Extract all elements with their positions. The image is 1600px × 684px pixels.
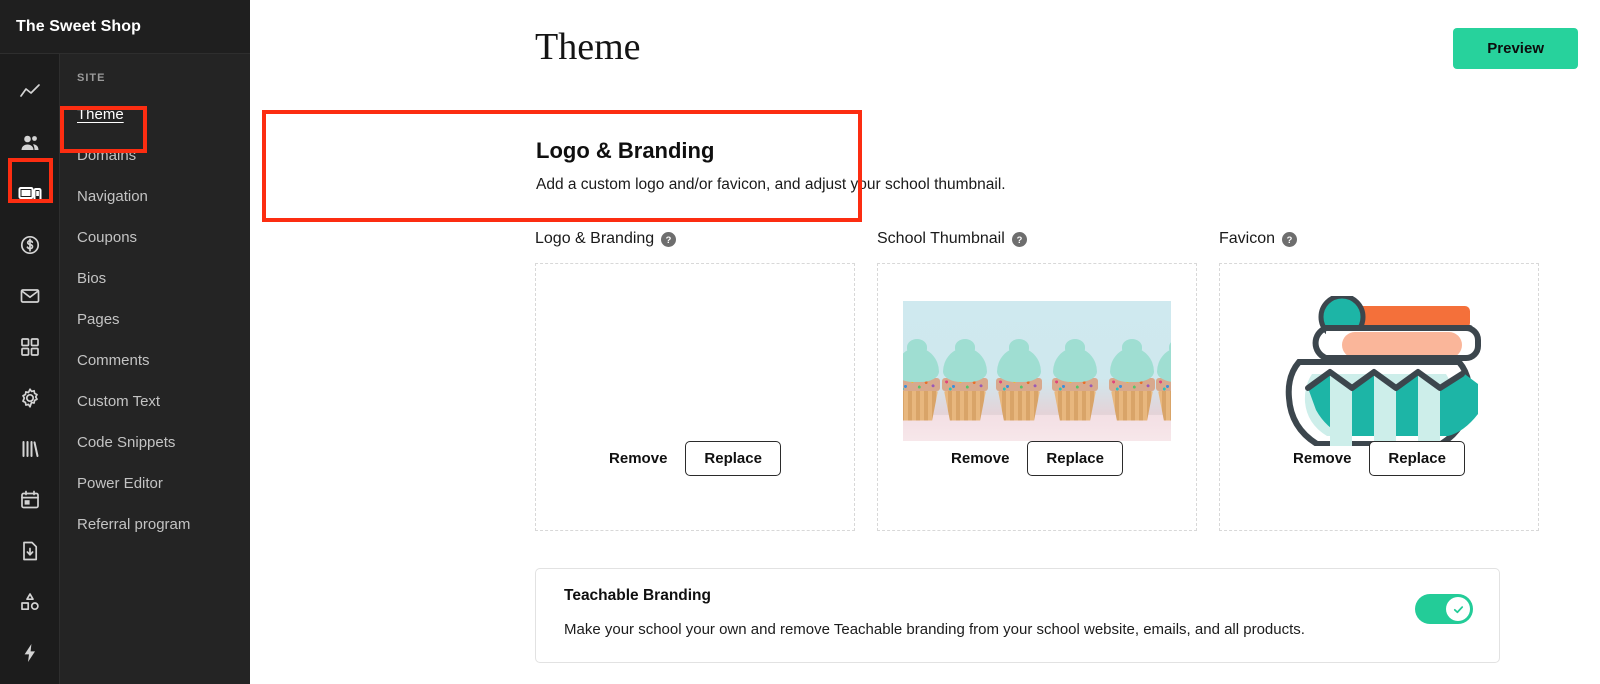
remove-button-thumbnail[interactable]: Remove [951,450,1009,467]
cupcakes-photo [903,300,1171,441]
teachable-branding-card: Teachable Branding Make your school your… [535,568,1500,663]
teachable-branding-title: Teachable Branding [564,587,711,604]
upload-box-favicon[interactable]: Remove Replace [1219,263,1539,531]
sidebar: The Sweet Shop SITE Theme Domains Naviga… [0,0,250,684]
sidebar-item-power-editor[interactable]: Power Editor [60,463,250,504]
replace-button-favicon[interactable]: Replace [1369,441,1465,476]
replace-button-thumbnail[interactable]: Replace [1027,441,1123,476]
upload-label-text: School Thumbnail [877,230,1005,247]
upload-label-text: Logo & Branding [535,230,655,247]
toggle-knob [1446,597,1470,621]
logo-actions: Remove Replace [609,441,781,476]
info-card-title: Logo & Branding [536,138,715,163]
sidebar-item-label: Comments [77,352,150,369]
upload-column-logo: Logo & Branding ? Remove Replace [535,228,855,531]
logo-branding-info-card: Logo & Branding Add a custom logo and/or… [516,114,1108,218]
menu-section-heading: SITE [77,72,106,84]
email-envelope-icon[interactable] [0,270,60,321]
sidebar-item-label: Coupons [77,229,138,246]
sidebar-item-label: Domains [77,147,137,164]
upload-label-logo: Logo & Branding ? [535,228,855,250]
cupcake [1155,338,1171,421]
svg-text:?: ? [666,234,672,244]
remove-button-favicon[interactable]: Remove [1293,450,1351,467]
sidebar-item-label: Bios [77,270,107,287]
site-menu: SITE Theme Domains Navigation Coupons Bi… [60,54,250,684]
sidebar-item-label: Pages [77,311,120,328]
icon-rail [0,54,60,684]
sidebar-item-referral-program[interactable]: Referral program [60,504,250,545]
upload-column-thumbnail: School Thumbnail ? Remove Replace [877,228,1197,531]
site-icon[interactable] [0,168,60,219]
preview-button[interactable]: Preview [1453,28,1578,69]
cupcake [941,338,989,421]
upload-label-favicon: Favicon ? [1219,228,1539,250]
info-card-subtitle: Add a custom logo and/or favicon, and ad… [536,176,1006,193]
sidebar-item-label: Power Editor [77,475,163,492]
cupcake [1051,338,1099,421]
calendar-icon[interactable] [0,474,60,525]
help-circle-icon[interactable]: ? [1011,231,1027,247]
sidebar-body: SITE Theme Domains Navigation Coupons Bi… [0,54,250,684]
analytics-icon[interactable] [0,66,60,117]
shapes-icon[interactable] [0,576,60,627]
users-icon[interactable] [0,117,60,168]
sidebar-item-domains[interactable]: Domains [60,135,250,176]
cupcake [903,338,941,421]
upload-label-text: Favicon [1219,230,1276,247]
cupcake [995,338,1043,421]
upload-column-favicon: Favicon ? Remove Replace [1219,228,1539,531]
sidebar-item-label: Custom Text [77,393,161,410]
upload-box-logo[interactable]: Remove Replace [535,263,855,531]
library-books-icon[interactable] [0,423,60,474]
sidebar-item-label: Theme [77,106,124,123]
settings-gear-icon[interactable] [0,372,60,423]
file-download-icon[interactable] [0,525,60,576]
school-name: The Sweet Shop [16,17,141,35]
sidebar-item-theme[interactable]: Theme [60,94,250,135]
brand-bar: The Sweet Shop [0,0,250,54]
svg-text:?: ? [1287,234,1293,244]
sidebar-item-pages[interactable]: Pages [60,299,250,340]
remove-button-logo[interactable]: Remove [609,450,667,467]
candy-jar-favicon [1285,295,1481,446]
sidebar-item-coupons[interactable]: Coupons [60,217,250,258]
replace-button-logo[interactable]: Replace [685,441,781,476]
sidebar-item-label: Referral program [77,516,191,533]
thumbnail-actions: Remove Replace [951,441,1123,476]
lightning-bolt-icon[interactable] [0,627,60,678]
help-circle-icon[interactable]: ? [1282,231,1298,247]
cupcake [1108,338,1156,421]
sidebar-item-label: Code Snippets [77,434,176,451]
main-content: Theme Preview Logo & Branding Add a cust… [250,0,1600,684]
apps-grid-icon[interactable] [0,321,60,372]
upload-columns: Logo & Branding ? Remove Replace School … [535,228,1539,531]
sidebar-item-comments[interactable]: Comments [60,340,250,381]
sidebar-item-custom-text[interactable]: Custom Text [60,381,250,422]
app-root: The Sweet Shop SITE Theme Domains Naviga… [0,0,1600,684]
upload-box-thumbnail[interactable]: Remove Replace [877,263,1197,531]
sidebar-item-label: Navigation [77,188,148,205]
upload-label-thumbnail: School Thumbnail ? [877,228,1197,250]
sidebar-item-code-snippets[interactable]: Code Snippets [60,422,250,463]
sales-dollar-icon[interactable] [0,219,60,270]
sidebar-item-bios[interactable]: Bios [60,258,250,299]
page-title: Theme [535,26,641,68]
sidebar-item-navigation[interactable]: Navigation [60,176,250,217]
favicon-actions: Remove Replace [1293,441,1465,476]
help-circle-icon[interactable]: ? [661,231,677,247]
teachable-branding-toggle[interactable] [1415,594,1473,624]
check-icon [1453,605,1463,613]
teachable-branding-description: Make your school your own and remove Tea… [564,621,1305,638]
svg-text:?: ? [1016,234,1022,244]
